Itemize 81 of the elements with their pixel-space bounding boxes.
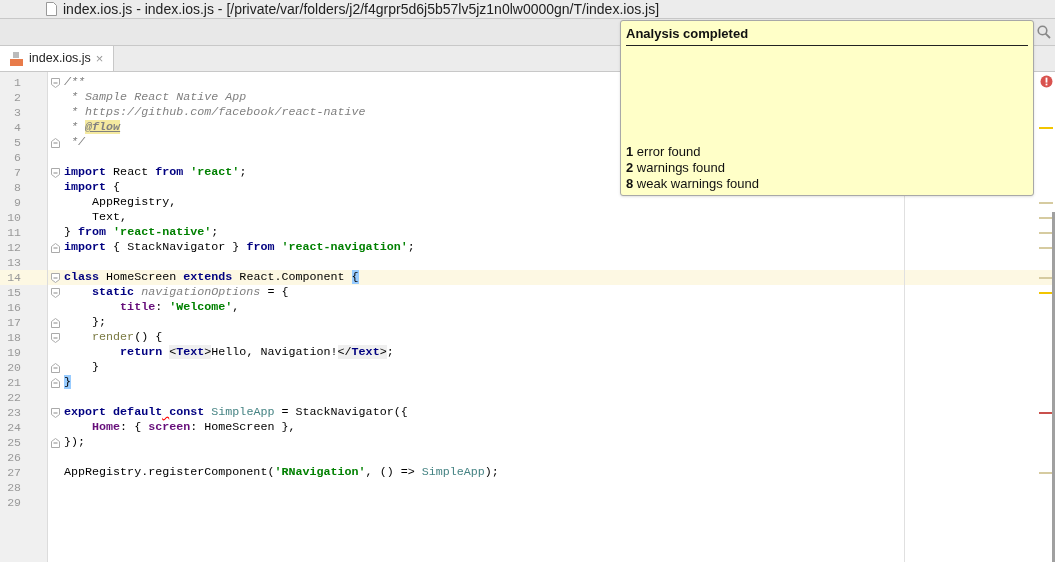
line-number: 6 [13, 150, 22, 165]
stripe-marker[interactable] [1039, 126, 1053, 129]
line-number: 20 [6, 360, 22, 375]
line-number: 10 [6, 210, 22, 225]
line-number: 15 [6, 285, 22, 300]
stripe-marker[interactable] [1039, 276, 1053, 279]
line-number: 24 [6, 420, 22, 435]
line-number: 14 [0, 270, 47, 285]
stripe-marker[interactable] [1039, 231, 1053, 234]
line-number: 13 [6, 255, 22, 270]
window-title: index.ios.js - index.ios.js - [/private/var/folders/j2/f4grpr5d6j5b57lv5jz1n0lw0000gn/T/index.ios.js] [63, 0, 660, 19]
stripe-marker[interactable] [1039, 216, 1053, 219]
result-text: 2 warnings found [626, 160, 726, 176]
code-line: return <Text>Hello, Navigation!</Text>; [119, 345, 394, 360]
line-number: 11 [6, 225, 22, 240]
code-line: * Sample React Native App [70, 90, 247, 105]
code-line: class HomeScreen extends React.Component { [63, 270, 359, 285]
fold-icon[interactable] [50, 272, 60, 283]
line-number: 26 [6, 450, 22, 465]
code-line: AppRegistry.registerComponent('RNavigation', () => SimpleApp); [63, 465, 499, 480]
fold-icon[interactable] [50, 362, 60, 373]
line-number: 4 [13, 120, 22, 135]
line-number: 25 [6, 435, 22, 450]
code-line: title: 'Welcome', [119, 300, 240, 315]
code-line: /** [63, 75, 86, 90]
line-number: 21 [6, 375, 22, 390]
line-number: 19 [6, 345, 22, 360]
line-number: 8 [13, 180, 22, 195]
line-number: 7 [13, 165, 22, 180]
search-icon[interactable] [1037, 25, 1051, 39]
error-icon[interactable] [1040, 75, 1053, 88]
code-line: export default const SimpleApp = StackNavigator({ [63, 405, 408, 420]
line-number: 29 [6, 495, 22, 510]
js-file-icon [10, 51, 24, 66]
result-text: 1 error found [626, 144, 702, 160]
code-line: import React from 'react'; [63, 165, 247, 180]
editor-tab[interactable]: index.ios.js × [0, 46, 115, 71]
code-line: }); [63, 435, 86, 450]
code-line: */ [70, 135, 86, 150]
line-number: 2 [13, 90, 22, 105]
code-line: * https://github.com/facebook/react-native [70, 105, 366, 120]
code-line: }; [91, 315, 107, 330]
fold-icon[interactable] [50, 137, 60, 148]
fold-icon[interactable] [50, 287, 60, 298]
stripe-marker[interactable] [1039, 246, 1053, 249]
line-number: 9 [13, 195, 22, 210]
code-line: import { StackNavigator } from 'react-navigation'; [63, 240, 415, 255]
code-line: static navigationOptions = { [91, 285, 289, 300]
line-number: 5 [13, 135, 22, 150]
fold-icon[interactable] [50, 437, 60, 448]
line-number: 22 [6, 390, 22, 405]
line-number: 27 [6, 465, 22, 480]
line-number: 23 [6, 405, 22, 420]
code-line: Text, [91, 210, 128, 225]
fold-icon[interactable] [50, 332, 60, 343]
fold-icon[interactable] [50, 317, 60, 328]
stripe-marker[interactable] [1039, 201, 1053, 204]
line-number: 16 [6, 300, 22, 315]
line-number: 18 [6, 330, 22, 345]
stripe-marker[interactable] [1039, 291, 1053, 294]
stripe-marker[interactable] [1039, 471, 1053, 474]
line-number: 17 [6, 315, 22, 330]
stripe-marker[interactable] [1039, 411, 1053, 414]
code-line: } from 'react-native'; [63, 225, 219, 240]
fold-icon[interactable] [50, 77, 60, 88]
file-icon [46, 2, 57, 16]
fold-icon[interactable] [50, 377, 60, 388]
code-line: Home: { screen: HomeScreen }, [91, 420, 296, 435]
line-number: 12 [6, 240, 22, 255]
code-line: import { [63, 180, 121, 195]
fold-icon[interactable] [50, 407, 60, 418]
line-number: 3 [13, 105, 22, 120]
line-number: 1 [13, 75, 22, 90]
result-text: 8 weak warnings found [626, 176, 760, 192]
fold-icon[interactable] [50, 167, 60, 178]
code-line: AppRegistry, [91, 195, 177, 210]
code-line: render() { [91, 330, 163, 345]
popup-title: Analysis completed [626, 24, 1028, 46]
code-line: } [91, 360, 100, 375]
fold-icon[interactable] [50, 242, 60, 253]
line-number: 28 [6, 480, 22, 495]
